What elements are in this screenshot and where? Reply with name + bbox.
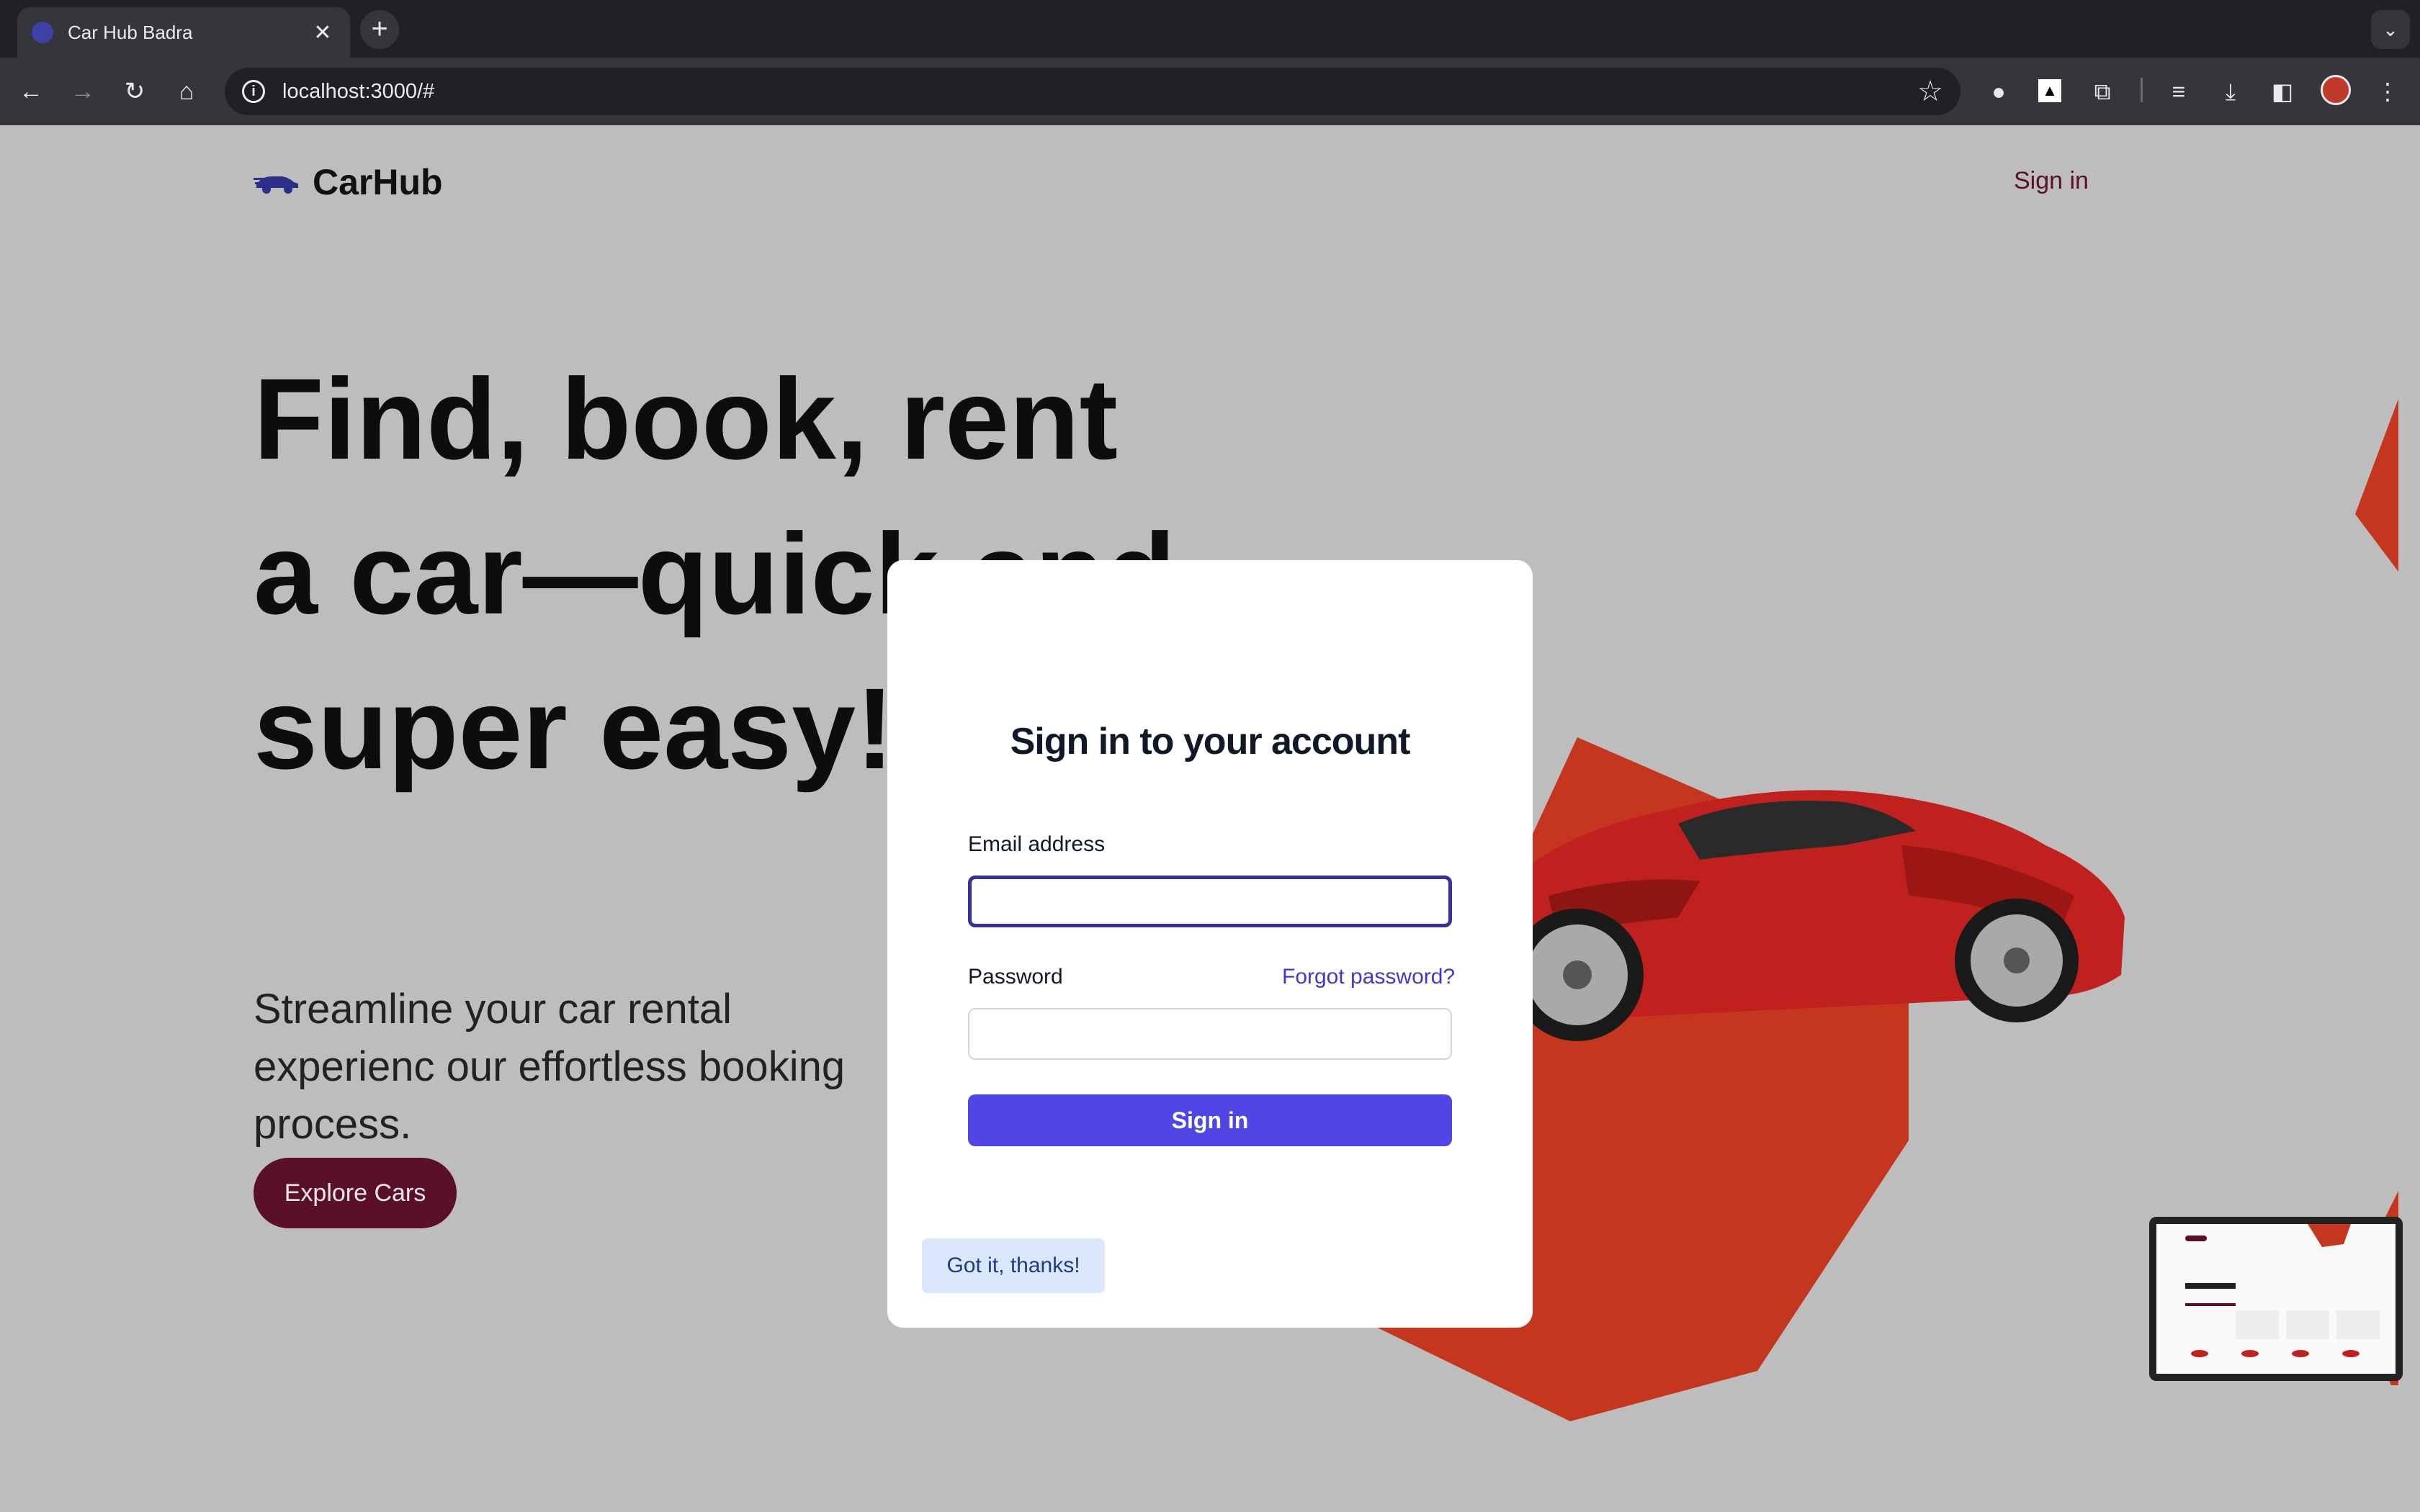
media-icon[interactable]: ≡ [2161, 73, 2197, 109]
profile-avatar[interactable] [2321, 75, 2351, 105]
new-tab-button[interactable]: + [360, 10, 399, 49]
modal-title: Sign in to your account [1010, 721, 1411, 762]
password-label: Password [968, 965, 1063, 989]
browser-tab-bar: Car Hub Badra ✕ + ⌄ [0, 0, 2420, 58]
hero-subtitle: Streamline your car rental experienc our… [254, 986, 846, 1148]
tab-search-button[interactable]: ⌄ [2371, 10, 2410, 49]
sports-car-image [1484, 790, 2125, 1041]
reload-icon[interactable]: ↻ [117, 73, 153, 109]
tab-title: Car Hub Badra [68, 21, 193, 43]
preview-thumbnail-art [2185, 1224, 2380, 1357]
menu-icon[interactable]: ⋮ [2370, 73, 2406, 109]
forward-icon[interactable]: → [65, 73, 101, 109]
sidepanel-icon[interactable]: ◧ [2264, 73, 2300, 109]
back-icon[interactable]: ← [13, 73, 49, 109]
logo-text: CarHub [313, 162, 443, 202]
dismiss-button[interactable]: Got it, thanks! [922, 1238, 1105, 1293]
forgot-password-link[interactable]: Forgot password? [1282, 965, 1455, 989]
preview-thumbnail [2156, 1224, 2396, 1374]
carhub-logo[interactable]: CarHub [254, 161, 443, 203]
signin-modal: Sign in to your account Email address Pa… [887, 560, 1533, 1328]
tab-favicon-icon [32, 22, 53, 43]
page-content: CarHub Sign in Find, book, rent a car—qu… [0, 125, 2420, 1512]
info-icon[interactable]: i [242, 80, 265, 103]
star-icon[interactable]: ☆ [1917, 75, 1943, 108]
car-logo-icon [254, 176, 298, 194]
explore-cars-button[interactable]: Explore Cars [254, 1158, 457, 1228]
toolbar-divider [2141, 78, 2143, 102]
picture-in-picture-preview[interactable] [2149, 1217, 2403, 1381]
header-signin-link[interactable]: Sign in [2014, 167, 2089, 195]
address-bar[interactable]: i localhost:3000/# ☆ [225, 68, 1960, 115]
browser-tab[interactable]: Car Hub Badra ✕ [17, 7, 350, 58]
tab-close-icon[interactable]: ✕ [310, 20, 336, 45]
signin-submit-button[interactable]: Sign in [968, 1094, 1452, 1146]
home-icon[interactable]: ⌂ [169, 73, 205, 109]
email-label: Email address [968, 832, 1106, 856]
puzzle-icon[interactable]: ⧉ [2084, 73, 2120, 109]
email-field[interactable] [968, 876, 1452, 927]
extension-icon[interactable]: ● [1981, 73, 2017, 109]
extension-a-icon[interactable]: ▲ [2038, 79, 2061, 102]
url-text[interactable]: localhost:3000/# [282, 80, 1917, 104]
password-field[interactable] [968, 1008, 1452, 1060]
download-icon[interactable]: ⤓ [2213, 73, 2249, 109]
